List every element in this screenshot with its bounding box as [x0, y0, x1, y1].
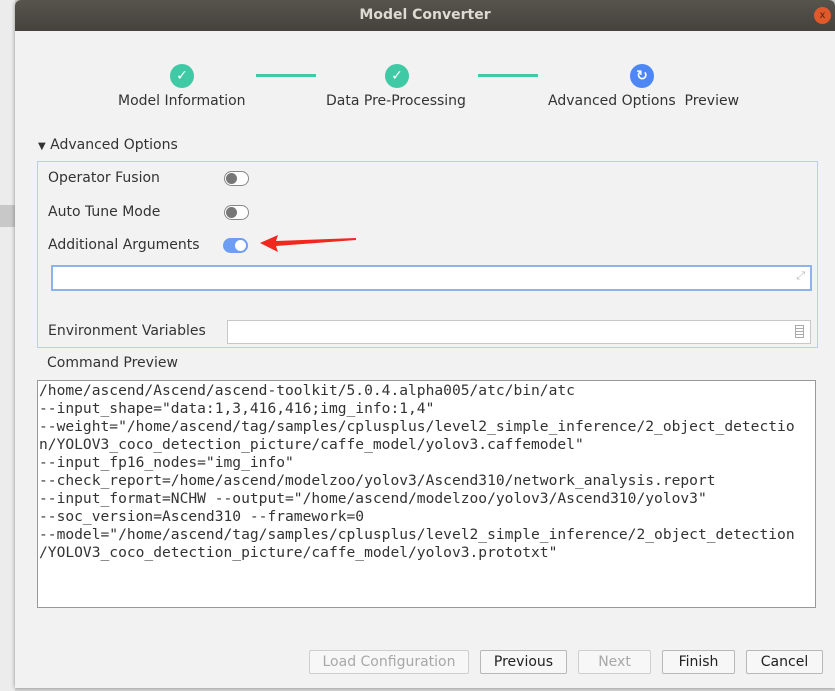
title-bar: Model Converter x: [15, 0, 835, 31]
operator-fusion-toggle[interactable]: [224, 171, 249, 186]
model-converter-dialog: Model Converter x ✓ ✓ ↻ Model Informatio…: [15, 0, 835, 688]
load-configuration-button[interactable]: Load Configuration: [309, 650, 469, 674]
previous-button[interactable]: Previous: [480, 650, 567, 674]
cancel-button[interactable]: Cancel: [746, 650, 823, 674]
additional-arguments-toggle[interactable]: [223, 238, 248, 253]
advanced-options-header: Advanced Options: [50, 137, 178, 153]
auto-tune-mode-toggle[interactable]: [224, 205, 249, 220]
triangle-down-icon: ▼: [38, 141, 46, 152]
additional-arguments-label: Additional Arguments: [48, 237, 200, 253]
step-done-check-icon: ✓: [170, 64, 194, 88]
step-label-data-preprocessing: Data Pre-Processing: [326, 93, 466, 109]
command-line: n/YOLOV3_coco_detection_picture/caffe_mo…: [39, 436, 584, 453]
expand-icon[interactable]: ⤢: [796, 269, 805, 283]
step-current-refresh-icon: ↻: [630, 64, 654, 88]
finish-button[interactable]: Finish: [662, 650, 735, 674]
environment-variables-input[interactable]: [227, 320, 811, 344]
step-label-model-information: Model Information: [118, 93, 246, 109]
step-label-advanced-options-preview: Advanced Options Preview: [548, 93, 740, 109]
command-line: /YOLOV3_coco_detection_picture/caffe_mod…: [39, 544, 558, 561]
additional-arguments-input[interactable]: ⤢: [51, 265, 812, 291]
command-preview-label: Command Preview: [47, 355, 178, 371]
command-line: --input_fp16_nodes="img_info": [39, 454, 294, 471]
environment-variables-label: Environment Variables: [48, 323, 206, 339]
command-line: --input_shape="data:1,3,416,416;img_info…: [39, 400, 435, 417]
command-line: --check_report=/home/ascend/modelzoo/yol…: [39, 472, 716, 489]
command-line: --weight="/home/ascend/tag/samples/cplus…: [39, 418, 795, 435]
command-preview-textarea[interactable]: /home/ascend/Ascend/ascend-toolkit/5.0.4…: [37, 380, 816, 608]
background-window: [0, 0, 15, 691]
command-line: --model="/home/ascend/tag/samples/cplusp…: [39, 526, 795, 543]
document-icon[interactable]: [795, 325, 804, 338]
window-title: Model Converter: [359, 7, 491, 23]
operator-fusion-label: Operator Fusion: [48, 170, 160, 186]
advanced-options-expander[interactable]: ▼ Advanced Options: [38, 137, 178, 153]
auto-tune-mode-label: Auto Tune Mode: [48, 204, 161, 220]
close-icon[interactable]: x: [814, 7, 831, 24]
step-connector: [256, 74, 316, 77]
next-button[interactable]: Next: [578, 650, 651, 674]
red-arrow-annotation-icon: [260, 235, 356, 252]
command-line: /home/ascend/Ascend/ascend-toolkit/5.0.4…: [39, 382, 575, 399]
command-line: --input_format=NCHW --output="/home/asce…: [39, 490, 707, 507]
step-done-check-icon: ✓: [385, 64, 409, 88]
step-connector: [478, 74, 538, 77]
command-line: --soc_version=Ascend310 --framework=0: [39, 508, 365, 525]
